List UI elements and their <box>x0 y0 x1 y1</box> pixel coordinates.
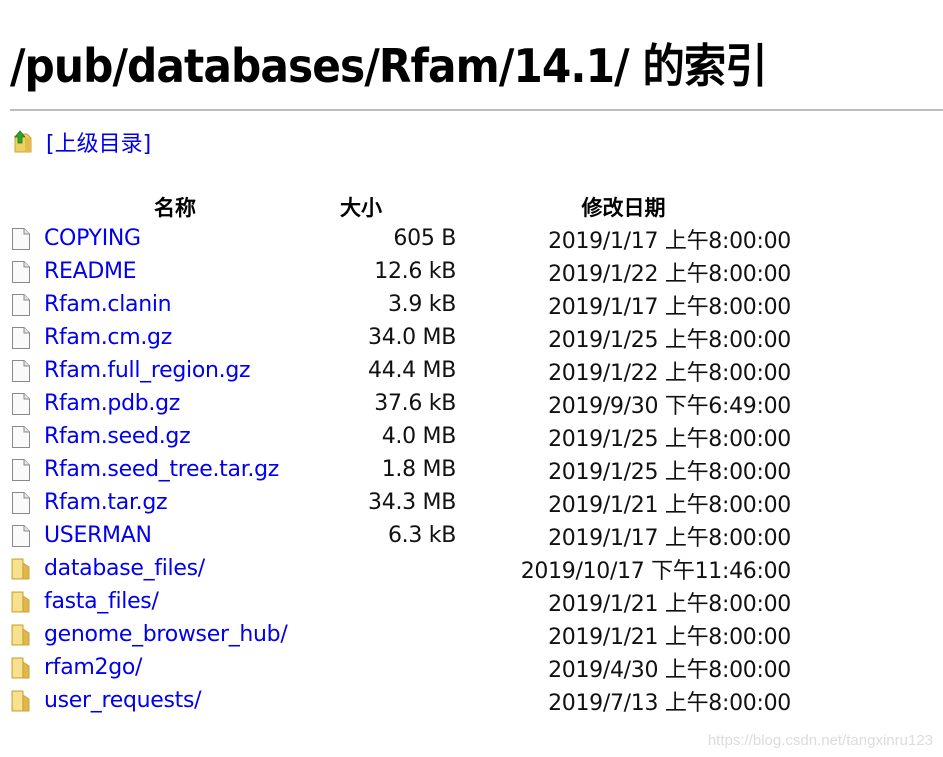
file-icon <box>10 524 32 548</box>
column-header-modified[interactable]: 修改日期 <box>456 188 791 222</box>
title-divider <box>10 109 943 111</box>
watermark: https://blog.csdn.net/tangxinru123 <box>707 732 933 749</box>
folder-row: fasta_files/ 2019/1/21 上午8:00:00 <box>10 585 791 618</box>
entry-size: 4.0 MB <box>381 424 457 449</box>
file-row: Rfam.seed.gz 4.0 MB 2019/1/25 上午8:00:00 <box>10 420 791 453</box>
entry-modified: 2019/7/13 上午8:00:00 <box>548 690 791 716</box>
entry-size: 34.0 MB <box>368 325 456 350</box>
entry-size: 1.8 MB <box>381 457 457 482</box>
file-icon <box>10 293 32 317</box>
entry-modified: 2019/1/17 上午8:00:00 <box>548 525 791 551</box>
entry-modified: 2019/1/17 上午8:00:00 <box>548 228 791 254</box>
entry-link[interactable]: Rfam.full_region.gz <box>44 358 251 383</box>
file-icon <box>10 359 32 383</box>
entry-modified: 2019/10/17 下午11:46:00 <box>520 558 792 584</box>
parent-directory-link[interactable]: [上级目录] <box>46 126 151 158</box>
entry-size: 12.6 kB <box>374 259 456 284</box>
entry-modified: 2019/1/21 上午8:00:00 <box>548 492 791 518</box>
file-row: README 12.6 kB 2019/1/22 上午8:00:00 <box>10 255 791 288</box>
entry-link[interactable]: genome_browser_hub/ <box>44 622 288 647</box>
entry-link[interactable]: Rfam.seed_tree.tar.gz <box>44 457 279 482</box>
folder-row: rfam2go/ 2019/4/30 上午8:00:00 <box>10 651 791 684</box>
file-row: USERMAN 6.3 kB 2019/1/17 上午8:00:00 <box>10 519 791 552</box>
entry-link[interactable]: Rfam.tar.gz <box>44 490 168 515</box>
header-row: 名称 大小 修改日期 <box>10 188 791 222</box>
entry-link[interactable]: README <box>44 259 137 284</box>
entry-link[interactable]: fasta_files/ <box>44 589 159 614</box>
entry-modified: 2019/4/30 上午8:00:00 <box>548 657 791 683</box>
entry-modified: 2019/1/22 上午8:00:00 <box>548 261 791 287</box>
file-icon <box>10 392 32 416</box>
file-icon <box>10 425 32 449</box>
file-row: Rfam.seed_tree.tar.gz 1.8 MB 2019/1/25 上… <box>10 453 791 486</box>
file-row: Rfam.cm.gz 34.0 MB 2019/1/25 上午8:00:00 <box>10 321 791 354</box>
entry-link[interactable]: Rfam.pdb.gz <box>44 391 180 416</box>
entry-size: 3.9 kB <box>387 292 456 317</box>
folder-row: genome_browser_hub/ 2019/1/21 上午8:00:00 <box>10 618 791 651</box>
column-header-size[interactable]: 大小 <box>340 188 456 222</box>
folder-icon <box>10 623 32 647</box>
entry-link[interactable]: rfam2go/ <box>44 655 142 680</box>
file-icon <box>10 326 32 350</box>
entry-link[interactable]: database_files/ <box>44 556 205 581</box>
page-title: /pub/databases/Rfam/14.1/ 的索引 <box>10 39 768 93</box>
file-row: Rfam.full_region.gz 44.4 MB 2019/1/22 上午… <box>10 354 791 387</box>
parent-directory-row: [上级目录] <box>12 126 151 158</box>
folder-row: database_files/ 2019/10/17 下午11:46:00 <box>10 552 791 585</box>
file-icon <box>10 260 32 284</box>
entry-link[interactable]: Rfam.seed.gz <box>44 424 191 449</box>
folder-icon <box>10 557 32 581</box>
entry-modified: 2019/1/25 上午8:00:00 <box>548 327 791 353</box>
folder-icon <box>10 590 32 614</box>
file-icon <box>10 227 32 251</box>
entry-size <box>340 651 456 684</box>
entry-size: 34.3 MB <box>368 490 456 515</box>
entry-modified: 2019/1/21 上午8:00:00 <box>548 591 791 617</box>
entry-size: 6.3 kB <box>387 523 456 548</box>
entry-size: 605 B <box>393 226 456 251</box>
entry-size: 44.4 MB <box>368 358 456 383</box>
entry-modified: 2019/1/22 上午8:00:00 <box>548 360 791 386</box>
file-row: Rfam.clanin 3.9 kB 2019/1/17 上午8:00:00 <box>10 288 791 321</box>
entry-size <box>340 585 456 618</box>
entry-link[interactable]: Rfam.clanin <box>44 292 172 317</box>
entry-modified: 2019/1/17 上午8:00:00 <box>548 294 791 320</box>
entry-link[interactable]: COPYING <box>44 226 141 251</box>
entry-modified: 2019/9/30 下午6:49:00 <box>548 393 791 419</box>
folder-up-icon <box>12 130 34 154</box>
folder-icon <box>10 689 32 713</box>
entry-link[interactable]: Rfam.cm.gz <box>44 325 172 350</box>
entry-link[interactable]: user_requests/ <box>44 688 202 713</box>
entry-size <box>340 618 456 651</box>
folder-icon <box>10 656 32 680</box>
folder-row: user_requests/ 2019/7/13 上午8:00:00 <box>10 684 791 717</box>
file-icon <box>10 458 32 482</box>
file-row: Rfam.pdb.gz 37.6 kB 2019/9/30 下午6:49:00 <box>10 387 791 420</box>
column-header-name[interactable]: 名称 <box>10 188 340 222</box>
entry-modified: 2019/1/25 上午8:00:00 <box>548 459 791 485</box>
file-row: Rfam.tar.gz 34.3 MB 2019/1/21 上午8:00:00 <box>10 486 791 519</box>
directory-listing: 名称 大小 修改日期 COPYING 605 B 2019/1/17 上午8:0… <box>10 188 791 717</box>
file-icon <box>10 491 32 515</box>
entry-size: 37.6 kB <box>374 391 456 416</box>
file-row: COPYING 605 B 2019/1/17 上午8:00:00 <box>10 222 791 255</box>
entry-size <box>340 684 456 717</box>
entry-link[interactable]: USERMAN <box>44 523 152 548</box>
entry-modified: 2019/1/25 上午8:00:00 <box>548 426 791 452</box>
entry-modified: 2019/1/21 上午8:00:00 <box>548 624 791 650</box>
entry-size <box>340 552 456 585</box>
